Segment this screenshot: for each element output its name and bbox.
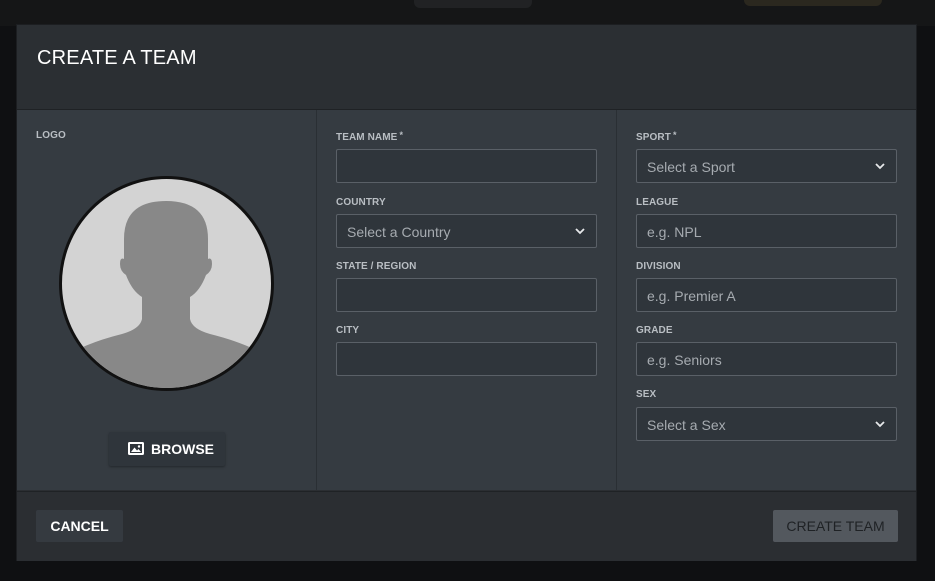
division-label: DIVISION — [636, 261, 681, 272]
cancel-button-label: CANCEL — [50, 518, 109, 534]
cancel-button[interactable]: CANCEL — [36, 510, 123, 542]
required-marker: * — [399, 130, 404, 140]
team-name-label-text: TEAM NAME — [336, 132, 398, 143]
location-column: TEAM NAME * COUNTRY Select a Country STAT… — [317, 110, 617, 490]
sex-placeholder: Select a Sex — [647, 417, 726, 433]
sex-label: SEX — [636, 389, 657, 400]
grade-input[interactable]: e.g. Seniors — [636, 342, 897, 376]
background-logo — [414, 0, 532, 8]
division-placeholder: e.g. Premier A — [647, 288, 736, 304]
sport-label: SPORT * — [636, 130, 677, 143]
league-input[interactable]: e.g. NPL — [636, 214, 897, 248]
logo-column: LOGO BROWSE — [17, 110, 317, 490]
chevron-down-icon — [875, 163, 885, 170]
league-placeholder: e.g. NPL — [647, 224, 702, 240]
state-label: STATE / REGION — [336, 261, 417, 272]
chevron-down-icon — [575, 228, 585, 235]
details-column: SPORT * Select a Sport LEAGUE e.g. NPL DI… — [617, 110, 916, 490]
team-name-label: TEAM NAME * — [336, 130, 404, 143]
country-select[interactable]: Select a Country — [336, 214, 597, 248]
sport-label-text: SPORT — [636, 132, 671, 143]
browse-button[interactable]: BROWSE — [109, 432, 225, 466]
background-top-bar — [0, 0, 935, 26]
city-label: CITY — [336, 325, 360, 336]
create-team-modal: CREATE A TEAM LOGO BROWSE TEAM NAME * CO… — [17, 25, 916, 561]
grade-label: GRADE — [636, 325, 673, 336]
logo-label: LOGO — [36, 130, 66, 141]
grade-placeholder: e.g. Seniors — [647, 352, 722, 368]
image-icon — [128, 442, 144, 455]
required-marker: * — [672, 130, 677, 140]
browse-label: BROWSE — [151, 441, 214, 457]
city-input[interactable] — [336, 342, 597, 376]
modal-header: CREATE A TEAM — [17, 25, 916, 110]
league-label: LEAGUE — [636, 197, 679, 208]
team-name-input[interactable] — [336, 149, 597, 183]
background-user-menu — [744, 0, 882, 6]
country-placeholder: Select a Country — [347, 224, 451, 240]
chevron-down-icon — [875, 421, 885, 428]
country-label: COUNTRY — [336, 197, 386, 208]
division-input[interactable]: e.g. Premier A — [636, 278, 897, 312]
modal-body: LOGO BROWSE TEAM NAME * COUNTRY Select a… — [17, 110, 916, 490]
create-team-button[interactable]: CREATE TEAM — [773, 510, 898, 542]
state-input[interactable] — [336, 278, 597, 312]
person-silhouette-icon — [62, 201, 271, 388]
modal-footer: CANCEL CREATE TEAM — [17, 491, 916, 561]
modal-title: CREATE A TEAM — [37, 47, 197, 69]
sport-select[interactable]: Select a Sport — [636, 149, 897, 183]
team-logo-avatar[interactable] — [59, 176, 274, 391]
sex-select[interactable]: Select a Sex — [636, 407, 897, 441]
sport-placeholder: Select a Sport — [647, 159, 735, 175]
create-team-button-label: CREATE TEAM — [786, 518, 885, 534]
